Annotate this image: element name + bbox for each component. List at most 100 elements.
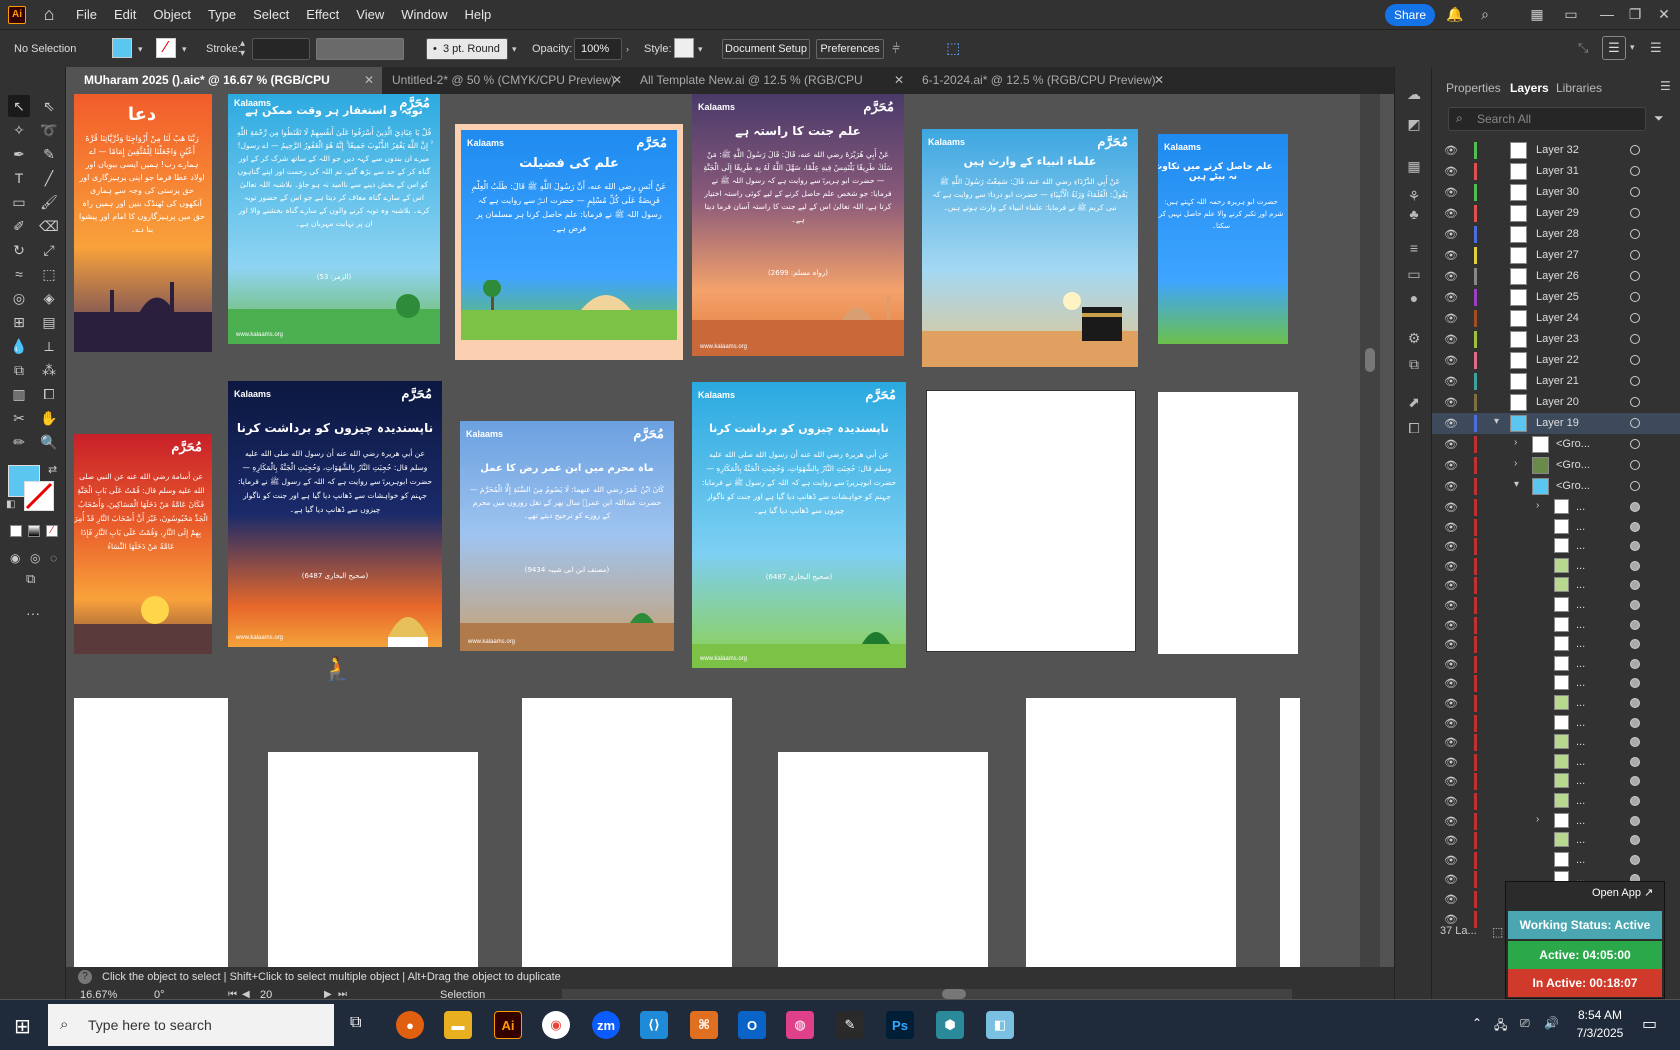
photoshop-icon[interactable]: Ps xyxy=(886,1011,914,1039)
target-icon[interactable] xyxy=(1630,250,1640,260)
tray-chevron-icon[interactable]: ⌃ xyxy=(1472,1016,1482,1030)
lasso-tool-icon[interactable]: ➰ xyxy=(38,119,60,141)
windows-start-icon[interactable]: ⊞ xyxy=(14,1014,31,1039)
panel-menu-icon[interactable]: ☰ xyxy=(1602,36,1626,60)
firefox-icon[interactable]: ● xyxy=(396,1011,424,1039)
empty-artboard[interactable] xyxy=(1280,698,1300,967)
layer-row-20[interactable]: 👁 Layer 20 xyxy=(1432,392,1680,413)
expand-icon[interactable]: › xyxy=(1536,814,1539,825)
expand-icon[interactable]: › xyxy=(1514,437,1517,448)
volume-icon[interactable]: 🔊 xyxy=(1544,1016,1559,1030)
eye-icon[interactable]: 👁 xyxy=(1444,438,1458,451)
target-icon[interactable] xyxy=(1630,835,1640,846)
none-mode-icon[interactable]: ⁄ xyxy=(46,525,58,537)
tab-untitled[interactable]: Untitled-2* @ 50 % (CMYK/CPU Preview) ✕ xyxy=(382,67,630,94)
variable-width-profile[interactable] xyxy=(316,38,404,60)
gradient-mode-icon[interactable] xyxy=(28,525,40,537)
draw-behind-icon[interactable]: ◎ xyxy=(30,551,40,565)
target-icon[interactable] xyxy=(1630,481,1640,491)
column-graph-tool-icon[interactable]: ▥ xyxy=(8,383,30,405)
eye-icon[interactable]: 👁 xyxy=(1444,913,1458,926)
artboard-post-10[interactable]: Kalaams مُحَرَّم ناپسندیدہ چیزوں کو بردا… xyxy=(692,382,906,668)
eye-icon[interactable]: 👁 xyxy=(1444,333,1458,346)
empty-artboard[interactable] xyxy=(926,390,1136,652)
panel-dropdown-icon[interactable]: ▾ xyxy=(1630,42,1635,53)
taskbar-search-input[interactable]: Type here to search xyxy=(48,1004,334,1046)
zoom-app-icon[interactable]: zm xyxy=(592,1011,620,1039)
eyedropper-tool-icon[interactable]: 💧 xyxy=(8,335,30,357)
eye-icon[interactable]: 👁 xyxy=(1444,638,1458,651)
tab-close-icon[interactable]: ✕ xyxy=(364,67,374,94)
menu-help[interactable]: Help xyxy=(464,7,491,22)
eraser-tool-icon[interactable]: ⌫ xyxy=(38,215,60,237)
draw-normal-icon[interactable]: ◉ xyxy=(10,551,20,565)
target-icon[interactable] xyxy=(1630,776,1640,787)
target-icon[interactable] xyxy=(1630,208,1640,218)
menu-object[interactable]: Object xyxy=(153,7,191,22)
menu-select[interactable]: Select xyxy=(253,7,289,22)
eye-icon[interactable]: 👁 xyxy=(1444,795,1458,808)
target-icon[interactable] xyxy=(1630,355,1640,365)
eye-icon[interactable]: 👁 xyxy=(1444,815,1458,828)
horizontal-scrollbar[interactable] xyxy=(562,989,1292,999)
layer-row-23[interactable]: 👁 Layer 23 xyxy=(1432,329,1680,350)
eye-icon[interactable]: 👁 xyxy=(1444,480,1458,493)
selection-tool-icon[interactable]: ↖ xyxy=(8,95,30,117)
menu-effect[interactable]: Effect xyxy=(306,7,339,22)
screen-mode-icon[interactable]: ⧉ xyxy=(26,571,35,587)
arrange-documents-icon[interactable]: ▦ xyxy=(1528,5,1546,23)
opacity-arrow-icon[interactable]: › xyxy=(626,44,629,54)
sublayer-group[interactable]: 👁 ▾ <Gro... xyxy=(1432,476,1680,497)
paintbrush-tool-icon[interactable]: 🖌 xyxy=(38,191,60,213)
layer-row-25[interactable]: 👁 Layer 25 xyxy=(1432,287,1680,308)
export-icon[interactable]: ⬈ xyxy=(1405,393,1423,411)
target-icon[interactable] xyxy=(1630,619,1640,630)
preferences-button[interactable]: Preferences xyxy=(816,39,884,59)
stroke-panel-icon[interactable]: ≡ xyxy=(1405,239,1423,257)
tab-close-icon[interactable]: ✕ xyxy=(1154,67,1164,94)
app-hex-icon[interactable]: ⬢ xyxy=(936,1011,964,1039)
rectangle-tool-icon[interactable]: ▭ xyxy=(8,191,30,213)
target-icon[interactable] xyxy=(1630,815,1640,826)
target-icon[interactable] xyxy=(1630,521,1640,532)
opacity-input[interactable]: 100% xyxy=(574,38,622,60)
artboard-post-8[interactable]: Kalaams مُحَرَّم ناپسندیدہ چیزوں کو بردا… xyxy=(228,381,442,647)
pen-tool-icon[interactable]: ✒ xyxy=(8,143,30,165)
expand-icon[interactable]: › xyxy=(1514,458,1517,469)
eye-icon[interactable]: 👁 xyxy=(1444,270,1458,283)
artboard-tool-icon[interactable]: ⧠ xyxy=(38,383,60,405)
prev-artboard-icon[interactable]: ◀ xyxy=(242,989,250,1000)
layer-row-21[interactable]: 👁 Layer 21 xyxy=(1432,371,1680,392)
target-icon[interactable] xyxy=(1630,854,1640,865)
layer-item-row[interactable]: 👁... xyxy=(1432,673,1680,694)
vscode-icon[interactable]: ⟨⟩ xyxy=(640,1011,668,1039)
layer-item-row[interactable]: 👁... xyxy=(1432,615,1680,636)
eye-icon[interactable]: 👁 xyxy=(1444,249,1458,262)
rotate-tool-icon[interactable]: ↻ xyxy=(8,239,30,261)
last-artboard-icon[interactable]: ⏭ xyxy=(338,989,347,1000)
layer-item-row[interactable]: 👁... xyxy=(1432,517,1680,538)
minimize-icon[interactable]: — xyxy=(1598,5,1616,23)
live-paint-tool-icon[interactable]: ◈ xyxy=(38,287,60,309)
workspace-icon[interactable]: ▭ xyxy=(1562,5,1580,23)
outlook-icon[interactable]: O xyxy=(738,1011,766,1039)
target-icon[interactable] xyxy=(1630,560,1640,571)
shape-builder-tool-icon[interactable]: ◎ xyxy=(8,287,30,309)
swatches-icon[interactable]: ▦ xyxy=(1405,157,1423,175)
eye-icon[interactable]: 👁 xyxy=(1444,375,1458,388)
stroke-stepper-icon[interactable]: ▴ ▾ xyxy=(240,39,245,59)
eye-icon[interactable]: 👁 xyxy=(1444,619,1458,632)
target-icon[interactable] xyxy=(1630,439,1640,449)
image-trace-icon[interactable]: ◩ xyxy=(1405,115,1423,133)
menu-view[interactable]: View xyxy=(356,7,384,22)
illustrator-taskbar-icon[interactable]: Ai xyxy=(494,1011,522,1039)
eye-icon[interactable]: 👁 xyxy=(1444,893,1458,906)
target-icon[interactable] xyxy=(1630,334,1640,344)
layer-row-26[interactable]: 👁 Layer 26 xyxy=(1432,266,1680,287)
target-icon[interactable] xyxy=(1630,639,1640,650)
warp-tool-icon[interactable]: ≈ xyxy=(8,263,30,285)
praying-figure-icon[interactable]: 🧎 xyxy=(322,654,362,690)
default-colors-icon[interactable]: ◧ xyxy=(6,499,15,510)
bell-icon[interactable]: 🔔 xyxy=(1446,5,1464,23)
layer-item-row[interactable]: 👁... xyxy=(1432,850,1680,871)
